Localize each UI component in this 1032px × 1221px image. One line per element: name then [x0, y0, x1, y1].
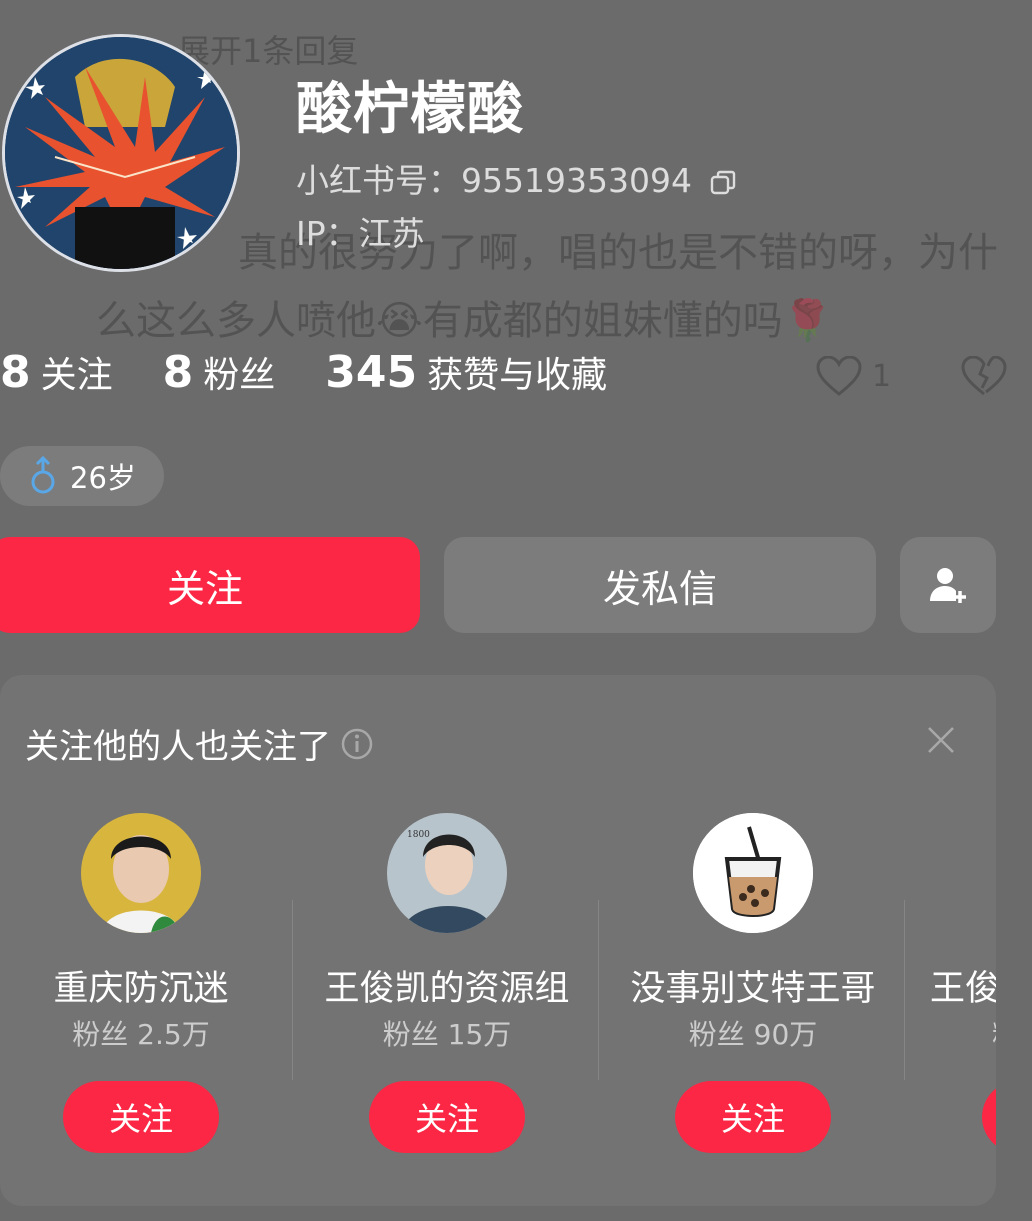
- stat-following[interactable]: 8 关注: [0, 346, 113, 398]
- recommended-user-follow-button[interactable]: 关注: [369, 1081, 525, 1153]
- copy-icon[interactable]: [710, 165, 736, 195]
- male-gender-icon: [31, 456, 55, 494]
- profile-age: 26岁: [70, 461, 136, 495]
- ghost-comment-actions: 1: [816, 356, 1007, 396]
- follow-button[interactable]: 关注: [0, 537, 420, 633]
- recommended-user-name: 没事别艾特王哥: [630, 969, 876, 1009]
- divider: [292, 900, 293, 1080]
- avatar-illustration: [5, 37, 237, 269]
- divider: [598, 900, 599, 1080]
- recommended-user-follow-button[interactable]: 关注: [675, 1081, 831, 1153]
- recommended-user[interactable]: 重庆防沉迷 粉丝 2.5万 关注: [0, 675, 294, 1206]
- ghost-like-count: 1: [872, 358, 892, 394]
- divider: [904, 900, 905, 1080]
- recommended-user-name: 王俊凯的资源组: [324, 969, 570, 1009]
- add-user-icon: [930, 568, 966, 603]
- recommended-user[interactable]: 王俊 粉: [906, 675, 996, 1206]
- profile-avatar[interactable]: [2, 34, 240, 272]
- recommended-user-avatar[interactable]: [81, 813, 201, 933]
- recommended-user-fans: 粉: [992, 1013, 996, 1053]
- recommended-user[interactable]: 没事别艾特王哥 粉丝 90万 关注: [600, 675, 906, 1206]
- send-message-button[interactable]: 发私信: [444, 537, 876, 633]
- recommended-user-fans: 粉丝 15万: [382, 1018, 512, 1051]
- svg-text:1800: 1800: [407, 830, 430, 840]
- recommended-user-follow-button[interactable]: 关注: [63, 1081, 219, 1153]
- stat-likes-label: 获赞与收藏: [427, 355, 608, 396]
- stat-followers-label: 粉丝: [203, 355, 276, 396]
- profile-tag-age: 26岁: [0, 446, 164, 506]
- recommended-user-avatar[interactable]: 1800: [387, 813, 507, 933]
- recommended-user-fans: 粉丝 2.5万: [72, 1018, 210, 1051]
- profile-user-id-row: 小红书号：95519353094: [296, 154, 736, 202]
- user-photo: 1800: [387, 813, 507, 933]
- profile-user-id: 小红书号：95519353094: [296, 161, 692, 200]
- stat-likes-collects[interactable]: 345 获赞与收藏: [325, 346, 607, 398]
- stat-following-label: 关注: [40, 355, 113, 396]
- ghost-comment-line-2: 么这么多人喷他😭有成都的姐妹懂的吗🌹: [96, 298, 833, 344]
- recommended-users-card: 关注他的人也关注了 重庆防沉迷 粉丝 2.5万 关注 1800 王俊凯的资源组 …: [0, 675, 996, 1206]
- recommended-user-follow-button[interactable]: [982, 1081, 996, 1153]
- recommended-user-avatar[interactable]: [693, 813, 813, 933]
- stat-likes-count: 345: [325, 347, 418, 398]
- recommended-user-name: 重庆防沉迷: [53, 969, 229, 1009]
- stat-followers-count: 8: [162, 347, 194, 398]
- recommended-user[interactable]: 1800 王俊凯的资源组 粉丝 15万 关注: [294, 675, 600, 1206]
- stat-following-count: 8: [0, 347, 31, 398]
- recommended-user-name: 王俊: [930, 969, 996, 1009]
- recommended-user-fans: 粉丝 90万: [688, 1018, 818, 1051]
- ghost-heart-icon: [816, 356, 862, 396]
- user-photo: [81, 813, 201, 933]
- profile-stats: 8 关注 8 粉丝 345 获赞与收藏: [0, 346, 657, 398]
- bubble-tea-icon: [693, 813, 813, 933]
- ghost-dislike-icon: [961, 356, 1007, 396]
- profile-ip-location: IP：江苏: [296, 214, 425, 253]
- stat-followers[interactable]: 8 粉丝: [163, 346, 276, 398]
- profile-nickname: 酸柠檬酸: [296, 77, 524, 142]
- add-friend-button[interactable]: [900, 537, 996, 633]
